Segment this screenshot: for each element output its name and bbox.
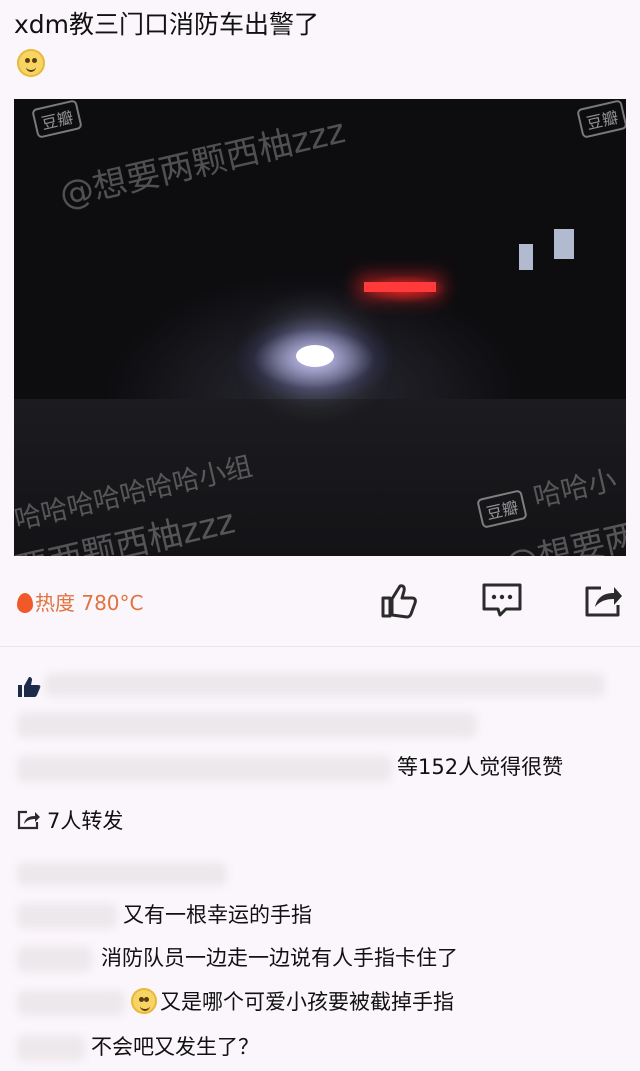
smiley-emoji-icon <box>17 49 45 77</box>
blurred-username <box>17 990 125 1016</box>
blurred-usernames <box>17 712 477 738</box>
likes-count[interactable]: 等152人觉得很赞 <box>397 752 563 782</box>
comment-icon <box>482 583 522 617</box>
heat-indicator: 热度 780°C <box>17 589 144 617</box>
post-title: xdm教三门口消防车出警了 <box>14 10 320 39</box>
heat-text: 热度 780°C <box>35 591 144 615</box>
reshare-icon <box>17 810 40 830</box>
comment-text: 不会吧又发生了？ <box>91 1035 259 1059</box>
share-button[interactable] <box>581 578 625 622</box>
douban-badge: 豆瓣 <box>31 99 83 139</box>
blurred-usernames <box>45 673 605 697</box>
comment-button[interactable] <box>480 578 524 622</box>
smiley-emoji-icon <box>131 988 157 1014</box>
share-icon <box>585 586 622 617</box>
watermark-text: @想要两颗西柚zzz <box>55 111 349 216</box>
reshare-count[interactable]: 7人转发 <box>47 806 123 836</box>
thumbs-up-filled-icon <box>18 677 41 697</box>
thumbs-up-icon <box>381 584 417 619</box>
comment-text: 消防队员一边走一边说有人手指卡住了 <box>101 946 458 970</box>
blurred-username <box>17 1035 85 1061</box>
blurred-username <box>17 946 92 972</box>
comment-text: 又是哪个可爱小孩要被截掉手指 <box>160 990 454 1014</box>
blurred-username <box>17 862 227 886</box>
post-photo[interactable]: @想要两颗西柚zzz 哈哈哈哈哈哈哈小组 要两颗西柚zzz 哈哈小 @想要两 豆… <box>14 99 626 556</box>
comment-text: 又有一根幸运的手指 <box>123 903 312 927</box>
blurred-username <box>17 903 117 929</box>
douban-badge: 豆瓣 <box>576 99 626 139</box>
flame-icon <box>17 593 33 613</box>
blurred-usernames <box>17 756 392 782</box>
divider <box>0 646 640 647</box>
like-button[interactable] <box>377 578 421 622</box>
